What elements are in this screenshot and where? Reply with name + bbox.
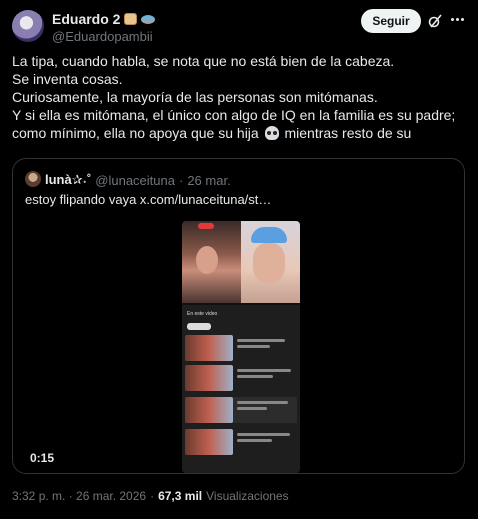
suggestion-row: [185, 365, 297, 391]
quoted-author-avatar: [25, 171, 41, 187]
suggestion-row: [185, 335, 297, 361]
quoted-author-name: lunà✰˖˚: [45, 172, 92, 187]
separator-dot: ·: [150, 489, 155, 503]
panel-title: En este video: [187, 311, 218, 317]
more-icon[interactable]: [451, 18, 464, 21]
tweet-meta: 3:32 p. m. · 26 mar. 2026 · 67,3 mil Vis…: [12, 489, 289, 503]
quoted-author-handle: @lunaceituna: [95, 172, 175, 188]
tweet-line: Y si ella es mitómana, el único con algo…: [12, 107, 456, 123]
author-name-row[interactable]: Eduardo 2: [52, 11, 156, 27]
bread-emoji-icon: [124, 13, 138, 25]
suggestion-row: [185, 429, 297, 455]
separator-dot: ·: [178, 172, 184, 188]
quoted-tweet[interactable]: lunà✰˖˚ @lunaceituna · 26 mar. estoy fli…: [12, 158, 465, 474]
grok-icon[interactable]: [428, 14, 442, 28]
author-name[interactable]: Eduardo 2: [52, 11, 120, 27]
author-handle[interactable]: @Eduardopambii: [52, 29, 153, 44]
quoted-header: lunà✰˖˚ @lunaceituna · 26 mar.: [45, 172, 231, 188]
timestamp[interactable]: 3:32 p. m. · 26 mar. 2026: [12, 489, 146, 503]
tweet-line: Curiosamente, la mayoría de las personas…: [12, 89, 378, 105]
video-frame-top: [182, 221, 300, 303]
panel-chip: [187, 323, 211, 330]
tweet-line: Se inventa cosas.: [12, 71, 123, 87]
tweet-line: como mínimo, ella no apoya que su hija: [12, 125, 259, 141]
video-right-person: [241, 221, 300, 303]
tweet-text: La tipa, cuando habla, se nota que no es…: [12, 52, 472, 142]
video-duration: 0:15: [30, 451, 55, 465]
video-suggestions-panel: En este video: [182, 305, 300, 473]
video-left-person: [182, 221, 241, 303]
suggestion-row: [185, 397, 297, 423]
author-avatar[interactable]: [12, 10, 44, 42]
views-count: 67,3 mil: [158, 489, 203, 503]
follow-button[interactable]: Seguir: [361, 9, 421, 33]
live-badge-icon: [198, 223, 214, 229]
video-player[interactable]: En este video: [182, 221, 300, 473]
tweet-line: La tipa, cuando habla, se nota que no es…: [12, 53, 395, 69]
tweet-line: mientras resto de su: [284, 125, 412, 141]
tweet-line-with-emoji: como mínimo, ella no apoya que su hija m…: [12, 124, 472, 142]
quoted-text: estoy flipando vaya x.com/lunaceituna/st…: [25, 192, 272, 207]
ufo-emoji-icon: [141, 14, 156, 24]
views-label: Visualizaciones: [206, 489, 289, 503]
quoted-date: 26 mar.: [187, 172, 231, 188]
skull-emoji-icon: [264, 126, 279, 140]
